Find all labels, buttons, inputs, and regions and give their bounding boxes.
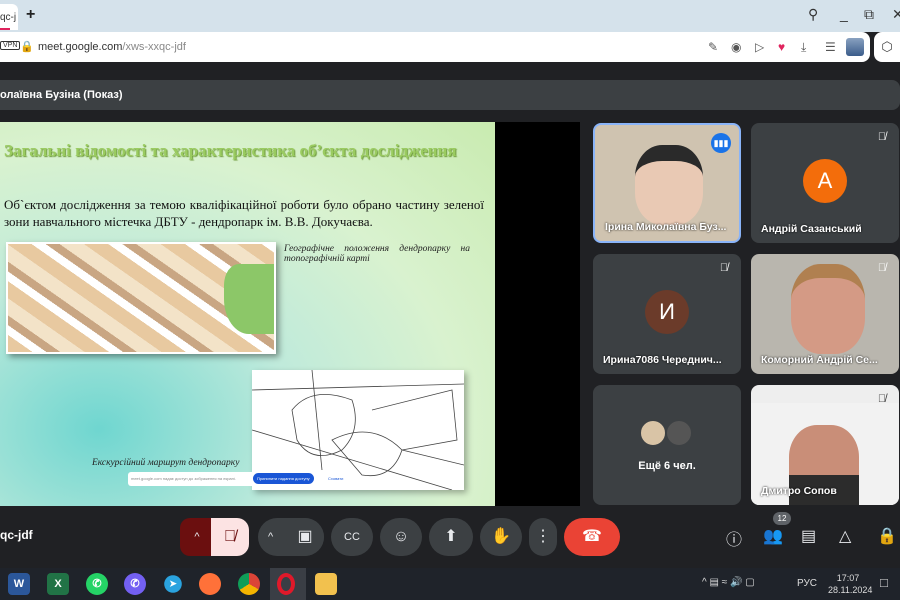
mic-off-button[interactable]: 🎙̸ — [211, 518, 249, 556]
tray-icons[interactable]: ^ ▤ ≈ 🔊 ▢ — [702, 577, 755, 588]
activities-icon[interactable]: △ — [839, 526, 851, 546]
chat-icon[interactable]: ▤ — [801, 526, 816, 546]
telegram-icon[interactable]: ➤ — [164, 575, 182, 593]
address-bar[interactable]: VPN 🔒 meet.google.com/xws-xxqc-jdf ✎ ◉ ▷… — [0, 32, 870, 62]
close-button[interactable]: ✕ — [892, 6, 900, 23]
edit-icon[interactable]: ✎ — [708, 40, 718, 54]
participant-tile[interactable]: 🎙̸ И Ирина7086 Череднич... — [593, 254, 741, 374]
extensions-icon[interactable]: ⬡ — [874, 32, 900, 62]
url-host: meet.google.com — [38, 41, 123, 53]
participant-video — [635, 145, 703, 225]
participant-name: Ірина Миколаївна Буз... — [605, 221, 727, 233]
screen-share-notice: meet.google.com надає доступ до зображен… — [128, 472, 350, 486]
participant-tile[interactable]: 🎙̸ Коморний Андрій Се... — [751, 254, 899, 374]
participant-name: Ирина7086 Череднич... — [603, 354, 722, 366]
clock[interactable]: 17:07 28.11.2024 — [828, 572, 873, 596]
stop-sharing-button[interactable]: Припинити надання доступу — [253, 473, 314, 484]
firefox-icon[interactable] — [199, 573, 221, 595]
profile-avatar[interactable] — [846, 38, 864, 56]
heart-icon[interactable]: ♥ — [778, 40, 785, 54]
topographic-map-image — [6, 242, 276, 354]
word-icon[interactable]: W — [8, 573, 30, 595]
presenter-title: олаївна Бузіна (Показ) — [0, 89, 123, 101]
participant-name: Андрій Сазанський — [761, 223, 862, 235]
emoji-button[interactable]: ☺ — [380, 518, 422, 556]
avatar: И — [645, 290, 689, 334]
mic-off-icon: 🎙̸ — [877, 262, 887, 274]
shared-slide: Загальні відомості та характеристика об’… — [0, 122, 495, 506]
search-icon[interactable]: ⚲ — [808, 6, 818, 23]
mic-off-icon: 🎙̸ — [877, 393, 887, 405]
browser-tab-bar: qc-j + ⚲ _ ⧉ ✕ — [0, 0, 900, 32]
url-text[interactable]: meet.google.com/xws-xxqc-jdf — [38, 41, 186, 53]
camera-icon[interactable]: ◉ — [731, 40, 741, 54]
end-call-button[interactable]: ☎ — [564, 518, 620, 556]
participant-tile[interactable]: 🎙̸ А Андрій Сазанський — [751, 123, 899, 243]
send-icon[interactable]: ▷ — [755, 40, 764, 54]
hide-link[interactable]: Сховати — [328, 476, 343, 481]
avatar: А — [803, 159, 847, 203]
restore-button[interactable]: ⧉ — [864, 6, 874, 23]
participant-tile[interactable]: ▮▮▮ Ірина Миколаївна Буз... — [593, 123, 741, 243]
more-participants-label: Ещё 6 чел. — [638, 460, 696, 472]
host-controls-icon[interactable]: 🔒 — [877, 526, 897, 546]
notifications-icon[interactable]: □ — [880, 575, 888, 590]
chrome-icon[interactable] — [238, 573, 260, 595]
info-icon[interactable]: ⓘ — [726, 526, 742, 550]
more-options-button[interactable]: ⋮ — [529, 518, 557, 556]
people-icon[interactable]: 👥 — [763, 526, 783, 546]
menu-icon[interactable]: ☰ — [825, 40, 836, 54]
time: 17:07 — [836, 573, 860, 583]
participant-tile[interactable]: 🎙̸ Дмитро Сопов — [751, 385, 899, 505]
speaking-icon: ▮▮▮ — [711, 133, 731, 153]
meeting-code: qc-jdf — [0, 528, 33, 542]
map-caption: Географічне положення дендропарку на топ… — [284, 244, 470, 264]
slide-title: Загальні відомості та характеристика об’… — [4, 141, 457, 160]
excel-icon[interactable]: X — [47, 573, 69, 595]
browser-tab[interactable]: qc-j — [0, 4, 18, 30]
present-button[interactable]: ⬆ — [429, 518, 473, 556]
avatar — [665, 419, 693, 447]
vpn-badge[interactable]: VPN — [0, 41, 21, 50]
windows-taskbar: W X ✆ ✆ ➤ ^ ▤ ≈ 🔊 ▢ РУС 17:07 28.11.2024 … — [0, 568, 900, 600]
file-explorer-icon[interactable] — [315, 573, 337, 595]
presentation-header: олаївна Бузіна (Показ) — [0, 80, 900, 110]
language-indicator[interactable]: РУС — [797, 578, 817, 589]
participants-count-badge: 12 — [773, 512, 791, 525]
camera-button[interactable]: ▣ — [286, 518, 324, 556]
opera-icon[interactable] — [277, 573, 295, 595]
download-icon[interactable]: ⤓ — [801, 40, 806, 55]
participant-name: Коморний Андрій Се... — [761, 354, 878, 366]
notice-text: meet.google.com надає доступ до зображен… — [131, 476, 236, 481]
whatsapp-icon[interactable]: ✆ — [86, 573, 108, 595]
url-path: /xws-xxqc-jdf — [122, 41, 186, 53]
audio-options-button[interactable]: ^ — [180, 518, 214, 556]
minimize-button[interactable]: _ — [840, 6, 848, 22]
new-tab-button[interactable]: + — [26, 6, 35, 24]
lock-icon[interactable]: 🔒 — [20, 40, 34, 53]
raise-hand-button[interactable]: ✋ — [480, 518, 522, 556]
viber-icon[interactable]: ✆ — [124, 573, 146, 595]
participant-name: Дмитро Сопов — [761, 485, 837, 497]
participant-video — [791, 264, 865, 354]
slide-body: Об`єктом дослідження за темою кваліфікац… — [4, 197, 484, 229]
route-caption: Екскурсійний маршрут дендропарку — [92, 458, 240, 468]
captions-button[interactable]: CC — [331, 518, 373, 556]
date: 28.11.2024 — [828, 585, 873, 595]
more-participants-tile[interactable]: Ещё 6 чел. — [593, 385, 741, 505]
avatar — [639, 419, 667, 447]
mic-off-icon: 🎙̸ — [877, 131, 887, 143]
mic-off-icon: 🎙̸ — [719, 262, 729, 274]
